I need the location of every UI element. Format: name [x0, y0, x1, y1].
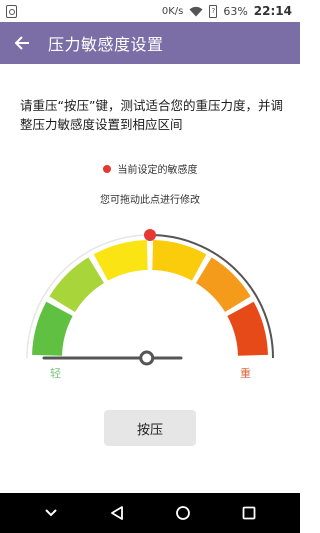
hint-text: 您可拖动此点进行修改	[100, 195, 200, 206]
back-button[interactable]	[0, 22, 44, 64]
arrow-back-icon	[14, 36, 29, 50]
wifi-icon	[189, 6, 203, 16]
nav-recents-button[interactable]	[229, 493, 269, 533]
nav-back-button[interactable]	[97, 493, 137, 533]
gauge-segment	[32, 301, 73, 356]
gauge-segment	[49, 257, 105, 313]
back-triangle-icon	[111, 506, 123, 520]
sim-icon	[6, 4, 17, 18]
instructions-text: 请重压“按压”键，测试适合您的重压力度，并调整压力敏感度设置到相应区间	[20, 98, 283, 132]
page-title: 压力敏感度设置	[48, 35, 164, 54]
recents-square-icon	[242, 506, 256, 520]
navigation-bar	[0, 493, 300, 533]
gauge-segment	[152, 240, 207, 281]
gauge-segment	[93, 240, 148, 281]
nav-home-button[interactable]	[163, 493, 203, 533]
current-setting-dot[interactable]	[144, 229, 156, 241]
home-circle-icon	[176, 506, 190, 520]
chevron-down-icon	[45, 509, 57, 517]
gauge-segments	[26, 234, 268, 359]
battery-percent: 63%	[223, 4, 248, 18]
status-bar: 0K/s ? 63% 22:14	[0, 0, 300, 22]
sensitivity-gauge[interactable]	[0, 220, 300, 390]
label-heavy: 重	[240, 367, 251, 380]
gauge-segment	[227, 301, 268, 356]
legend-label: 当前设定的敏感度	[117, 165, 198, 176]
network-speed: 0K/s	[161, 5, 184, 17]
slider-knob[interactable]	[139, 350, 155, 366]
label-light: 轻	[50, 367, 61, 380]
legend-dot	[102, 164, 111, 173]
press-button[interactable]: 按压	[104, 410, 196, 446]
battery-icon: ?	[209, 4, 218, 18]
app-bar: 压力敏感度设置	[0, 22, 300, 64]
clock: 22:14	[253, 4, 292, 18]
nav-collapse-button[interactable]	[31, 493, 71, 533]
legend: 当前设定的敏感度	[0, 161, 300, 176]
gauge-segment	[195, 257, 251, 313]
